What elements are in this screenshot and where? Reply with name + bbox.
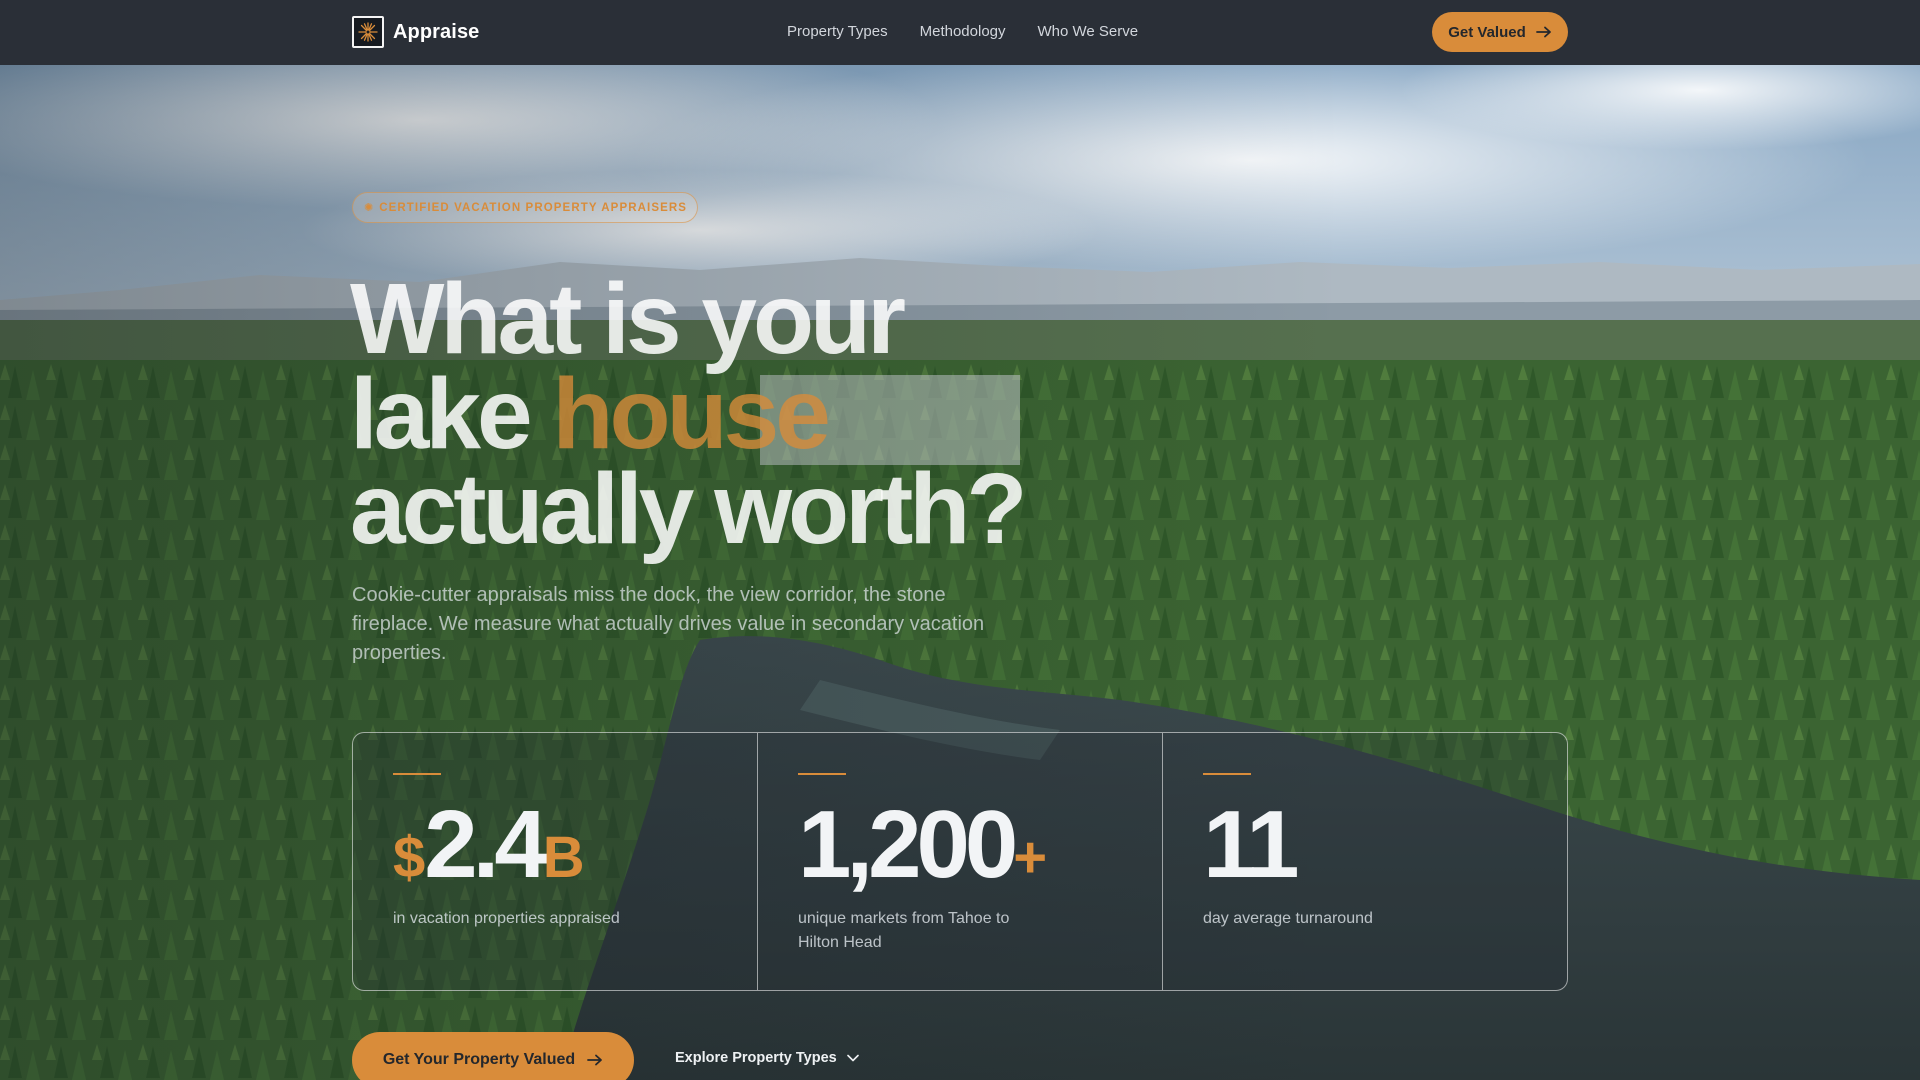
stat-accent-line xyxy=(393,773,441,775)
badge-text: CERTIFIED VACATION PROPERTY APPRAISERS xyxy=(379,201,688,214)
nav-link-who-we-serve[interactable]: Who We Serve xyxy=(1038,23,1139,40)
arrow-right-icon xyxy=(587,1054,603,1066)
get-valued-label: Get Valued xyxy=(1448,23,1526,41)
get-property-valued-label: Get Your Property Valued xyxy=(382,1051,576,1068)
chevron-down-icon xyxy=(846,1054,859,1062)
top-nav: Appraise Property Types Methodology Who … xyxy=(0,0,1920,65)
stat-card-appraised-value: $ 2.4 B in vacation properties appraised xyxy=(353,733,757,990)
stat-accent-line xyxy=(798,773,846,775)
stat-label: day average turnaround xyxy=(1203,910,1373,927)
stat-accent-line xyxy=(1203,773,1251,775)
stat-label: in vacation properties appraised xyxy=(393,910,620,927)
explore-property-types-link[interactable]: Explore Property Types xyxy=(675,1050,859,1066)
stat-suffix: B xyxy=(542,825,585,890)
stat-suffix: + xyxy=(1013,825,1047,890)
arrow-right-icon xyxy=(1535,26,1551,38)
sun-dot-icon: ✺ xyxy=(364,202,374,214)
stat-value: 11 xyxy=(1203,791,1300,898)
stat-value: 2.4 xyxy=(424,791,547,898)
stat-card-markets: 1,200 + unique markets from Tahoe to Hil… xyxy=(757,733,1162,990)
nav-link-methodology[interactable]: Methodology xyxy=(920,23,1006,40)
brand-name: Appraise xyxy=(393,20,480,43)
hero-subcopy: Cookie-cutter appraisals miss the dock, … xyxy=(352,584,985,664)
sunburst-icon xyxy=(352,16,384,48)
stat-prefix: $ xyxy=(393,825,425,890)
stat-figure: 11 xyxy=(1203,797,1567,893)
hero-headline: What is your lake house actually worth? xyxy=(350,269,1250,559)
stat-value: 1,200 xyxy=(798,791,1018,898)
stat-label: unique markets from Tahoe to Hilton Head xyxy=(798,910,1010,951)
stats-panel: $ 2.4 B in vacation properties appraised… xyxy=(352,732,1568,991)
explore-property-types-label: Explore Property Types xyxy=(675,1050,837,1066)
stat-card-turnaround: 11 day average turnaround xyxy=(1162,733,1567,990)
nav-link-property-types[interactable]: Property Types xyxy=(787,23,888,40)
headline-line-3: actually worth? xyxy=(350,453,1027,565)
stat-figure: 1,200 + xyxy=(798,797,1162,893)
stat-figure: $ 2.4 B xyxy=(393,797,757,893)
get-valued-button[interactable]: Get Valued xyxy=(1432,12,1568,52)
certification-badge: ✺ CERTIFIED VACATION PROPERTY APPRAISERS xyxy=(352,192,698,223)
brand-logo[interactable]: Appraise xyxy=(352,16,479,48)
get-property-valued-button[interactable]: Get Your Property Valued xyxy=(352,1032,634,1080)
nav-links: Property Types Methodology Who We Serve xyxy=(787,23,1138,40)
